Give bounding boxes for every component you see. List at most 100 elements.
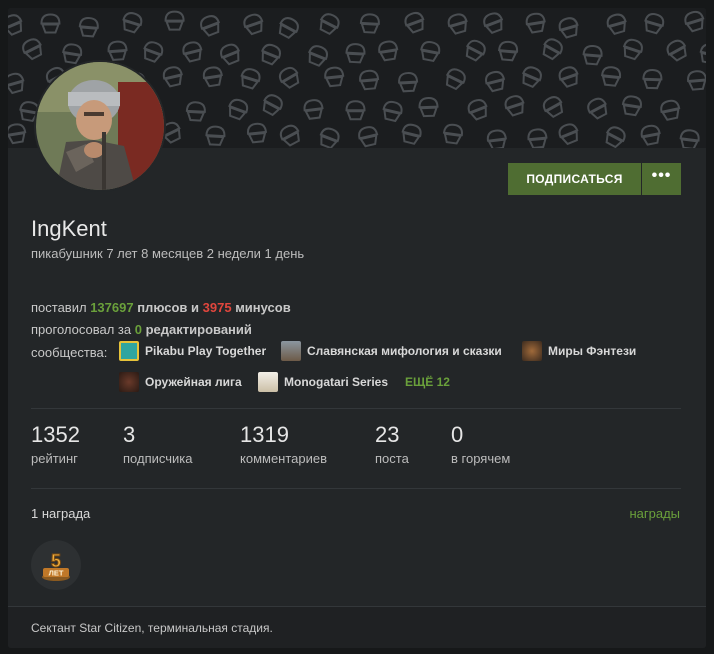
cupcake-icon <box>22 38 43 61</box>
cupcake-icon <box>319 127 340 148</box>
cupcake-icon <box>521 66 542 89</box>
stat-value: 1352 <box>31 422 80 447</box>
cupcake-icon <box>240 68 261 90</box>
profile-card: ПОДПИСАТЬСЯ ••• IngKent пикабушник 7 лет… <box>8 8 706 648</box>
cupcake-icon <box>308 45 328 67</box>
cupcake-icon <box>687 70 706 91</box>
awards-count: 1 награда <box>31 506 91 521</box>
subscribe-button[interactable]: ПОДПИСАТЬСЯ <box>508 163 641 195</box>
cupcake-icon <box>467 98 488 121</box>
cupcake-icon <box>542 38 563 61</box>
cupcake-icon <box>485 70 506 93</box>
fantasy-icon <box>522 341 542 361</box>
plus-text: плюсов и <box>137 300 200 315</box>
cupcake-icon <box>605 126 626 148</box>
anime-icon <box>258 372 278 392</box>
divider <box>31 488 681 489</box>
weapons-icon <box>119 372 139 392</box>
cupcake-icon <box>319 13 340 36</box>
community-name: Славянская мифология и сказки <box>307 344 502 358</box>
more-communities-link[interactable]: ЕЩЁ 12 <box>405 375 450 389</box>
cupcake-icon <box>622 38 643 61</box>
cupcake-icon <box>504 95 525 117</box>
avatar[interactable] <box>34 60 166 192</box>
more-options-button[interactable]: ••• <box>642 163 681 195</box>
cupcake-icon <box>162 66 183 88</box>
cupcake-icon <box>401 123 422 145</box>
award-badge[interactable]: 5 ЛЕТ <box>31 540 81 590</box>
stat-label: рейтинг <box>31 451 78 466</box>
votes-prefix: поставил <box>31 300 87 315</box>
cupcake-icon <box>200 15 221 37</box>
cupcake-icon <box>359 13 380 34</box>
cupcake-icon <box>164 10 185 31</box>
cupcake-icon <box>679 129 700 148</box>
community-name: Monogatari Series <box>284 375 389 389</box>
game-icon <box>119 341 139 361</box>
cupcake-icon <box>358 126 379 148</box>
community-name: Оружейная лига <box>145 375 242 389</box>
community-item[interactable]: Pikabu Play Together <box>119 341 266 361</box>
cupcake-icon <box>447 13 468 35</box>
cupcake-icon <box>78 17 99 38</box>
cupcake-icon <box>418 96 439 118</box>
stat-value: 3 <box>123 422 136 447</box>
stat-subscribers[interactable]: 3 подписчика <box>123 422 192 466</box>
cupcake-icon <box>122 12 143 34</box>
cupcake-icon <box>398 72 419 93</box>
votes-line: поставил 137697 плюсов и 3975 минусов <box>31 300 291 315</box>
cupcake-icon <box>621 95 642 117</box>
cupcake-icon <box>587 97 608 120</box>
cupcake-icon <box>660 99 681 121</box>
more-dots-icon: ••• <box>651 167 672 184</box>
cupcake-icon <box>644 13 665 35</box>
edits-prefix: проголосовал за <box>31 322 132 337</box>
tenure-text: пикабушник 7 лет 8 месяцев 2 недели 1 де… <box>31 246 305 261</box>
cupcake-icon <box>486 129 507 148</box>
award-years: ЛЕТ <box>49 569 64 578</box>
community-name: Миры Фэнтези <box>548 344 637 358</box>
cupcake-icon <box>527 128 548 148</box>
mythology-icon <box>281 341 301 361</box>
stat-posts[interactable]: 23 поста <box>375 422 409 466</box>
community-item[interactable]: Monogatari Series <box>258 372 388 392</box>
awards-link[interactable]: награды <box>629 506 680 521</box>
stat-hot[interactable]: 0 в горячем <box>451 422 510 466</box>
cupcake-icon <box>558 66 579 88</box>
five-years-award-icon: 5 ЛЕТ <box>42 551 70 581</box>
cupcake-icon <box>642 69 663 90</box>
stat-comments[interactable]: 1319 комментариев <box>240 422 327 466</box>
stat-value: 23 <box>375 422 400 447</box>
cupcake-icon <box>261 43 282 66</box>
avatar-image <box>36 62 164 190</box>
cupcake-icon <box>8 123 27 145</box>
stat-rating: 1352 рейтинг <box>31 422 80 466</box>
plus-count: 137697 <box>90 300 134 315</box>
cupcake-icon <box>600 66 622 87</box>
cupcake-icon <box>483 12 504 35</box>
community-name: Pikabu Play Together <box>145 344 267 358</box>
cupcake-icon <box>205 125 226 146</box>
cupcake-icon <box>202 66 223 88</box>
stat-label: в горячем <box>451 451 511 466</box>
community-item[interactable]: Оружейная лига <box>119 372 242 392</box>
community-item[interactable]: Славянская мифология и сказки <box>281 341 502 361</box>
cupcake-icon <box>558 17 579 39</box>
cupcake-icon <box>246 122 268 144</box>
divider <box>31 408 681 409</box>
cupcake-icon <box>442 123 463 145</box>
stat-label: поста <box>375 451 409 466</box>
cupcake-icon <box>699 43 706 65</box>
stat-label: подписчика <box>123 451 193 466</box>
cupcake-icon <box>324 66 345 88</box>
cupcake-icon <box>542 96 564 119</box>
cupcake-icon <box>420 41 441 63</box>
community-item[interactable]: Миры Фэнтези <box>522 341 636 361</box>
cupcake-icon <box>228 98 249 121</box>
cupcake-icon <box>558 123 579 146</box>
profile-bio: Сектант Star Citizen, терминальная стади… <box>31 621 273 635</box>
cupcake-icon <box>345 100 366 121</box>
cupcake-icon <box>278 17 299 40</box>
cupcake-icon <box>345 43 366 64</box>
cupcake-icon <box>404 11 425 34</box>
